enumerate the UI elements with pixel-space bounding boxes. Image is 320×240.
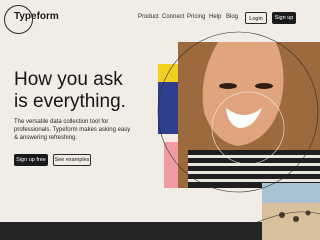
hero-headline-line-2: is everything. [14,91,126,112]
nav-product[interactable]: Product [138,14,159,20]
sky [262,183,320,205]
login-button[interactable]: Login [245,12,267,24]
nav-help[interactable]: Help [209,14,221,20]
see-examples-button[interactable]: See examples [53,154,91,166]
nav-blog[interactable]: Blog [226,14,238,20]
person-figure [279,212,285,218]
sign-up-free-button[interactable]: Sign up free [14,154,48,166]
hero-headline-line-1: How you ask [14,69,123,90]
nav-connect[interactable]: Connect [162,14,184,20]
brand-name[interactable]: Typeform [14,11,59,22]
hero-photo [158,42,320,188]
person-figure [293,216,299,222]
signup-button[interactable]: Sign up [272,12,296,24]
left-eye [219,83,237,89]
hero-headline: How you ask is everything. [14,69,126,113]
nav-pricing[interactable]: Pricing [187,14,205,20]
right-eye [255,83,273,89]
person-figure [305,210,311,216]
footer-strip [0,222,262,240]
hero-subtext: The versatile data collection tool for p… [14,119,131,141]
sand [262,203,320,240]
beach-photo [262,183,320,240]
